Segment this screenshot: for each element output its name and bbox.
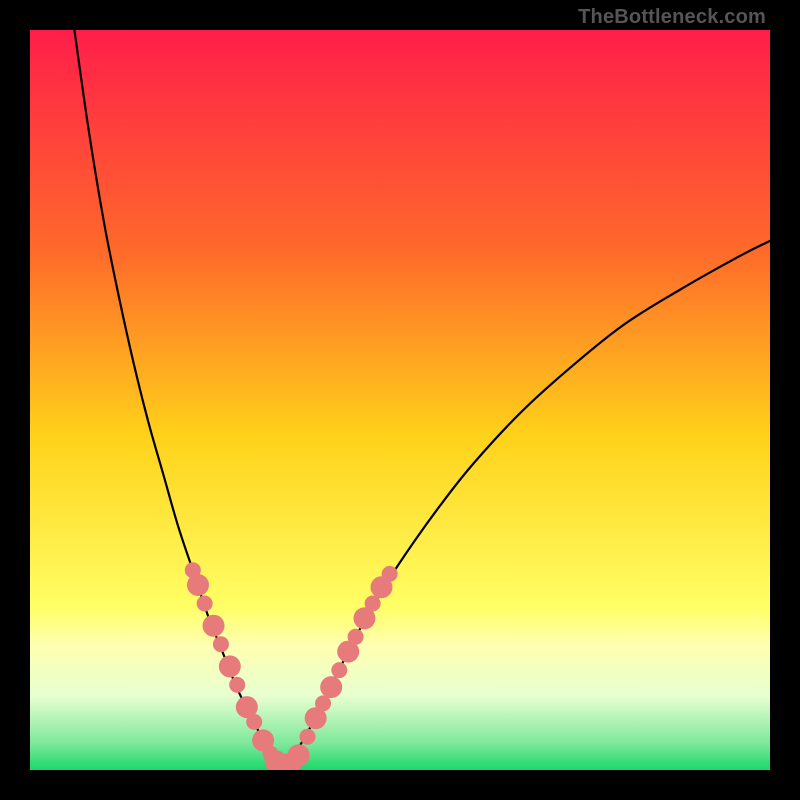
bead [229, 677, 245, 693]
bead [213, 636, 229, 652]
bead [219, 655, 241, 677]
watermark-text: TheBottleneck.com [578, 6, 766, 29]
bead [197, 596, 213, 612]
plot-area [30, 30, 770, 770]
bead [246, 714, 262, 730]
bead [320, 676, 342, 698]
bead [365, 596, 381, 612]
chart-frame: TheBottleneck.com [0, 0, 800, 800]
bead [382, 566, 398, 582]
chart-svg [30, 30, 770, 770]
bead [300, 729, 316, 745]
bead [203, 615, 225, 637]
bead [348, 629, 364, 645]
bead [288, 744, 310, 766]
bead [187, 574, 209, 596]
bead [331, 662, 347, 678]
gradient-background [30, 30, 770, 770]
